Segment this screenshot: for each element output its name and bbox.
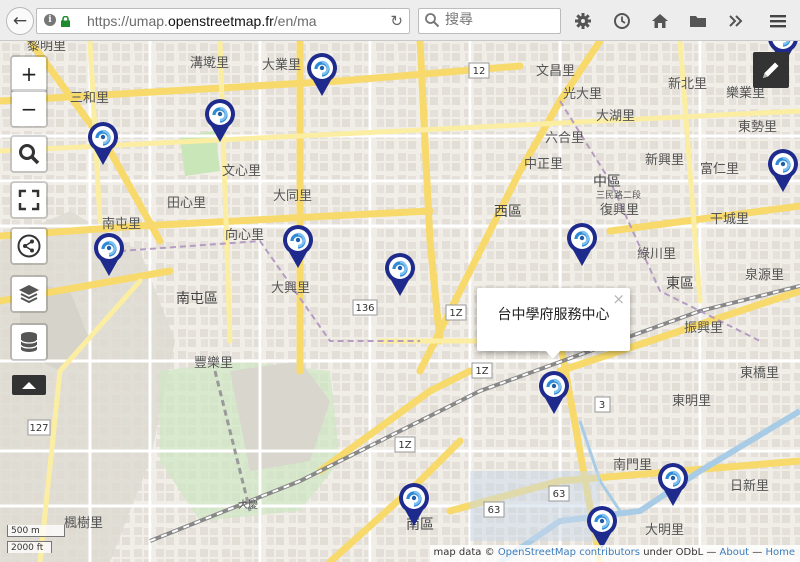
data-layers-button[interactable]	[12, 325, 46, 359]
route-badge: 12	[468, 62, 490, 79]
search-map-button[interactable]	[12, 137, 46, 171]
service-center-marker-icon	[399, 483, 429, 526]
service-center-marker-icon	[307, 53, 337, 96]
search-icon	[425, 13, 440, 28]
route-badge: 1Z	[394, 436, 416, 453]
layers-button[interactable]	[12, 277, 46, 311]
marker-pin[interactable]	[384, 253, 416, 297]
attribution-prefix: map data ©	[433, 547, 495, 558]
reload-icon[interactable]: ↻	[390, 12, 403, 30]
scale-metric: 500 m	[7, 525, 65, 537]
lock-icon	[61, 16, 70, 27]
search-input[interactable]	[445, 12, 555, 28]
service-center-marker-icon	[205, 99, 235, 142]
search-box[interactable]	[418, 8, 561, 34]
svg-text:1Z: 1Z	[449, 308, 462, 319]
popup-close-button[interactable]: ×	[612, 290, 625, 308]
svg-text:136: 136	[355, 303, 374, 314]
service-center-marker-icon	[88, 122, 118, 165]
scale-imperial: 2000 ft	[7, 541, 52, 553]
service-center-marker-icon	[385, 253, 415, 296]
marker-pin[interactable]	[657, 463, 689, 507]
database-icon	[20, 332, 38, 352]
svg-text:63: 63	[553, 489, 566, 500]
attribution: map data © OpenStreetMap contributors un…	[429, 545, 800, 562]
menu-hamburger-icon[interactable]	[767, 10, 789, 32]
svg-text:1Z: 1Z	[475, 366, 488, 377]
info-icon[interactable]: i	[44, 14, 56, 26]
share-icon	[17, 234, 41, 258]
marker-pin[interactable]	[767, 149, 799, 193]
layers-icon	[19, 285, 39, 304]
zoom-in-button[interactable]: +	[12, 57, 46, 91]
history-clock-icon[interactable]	[611, 10, 633, 32]
fullscreen-button[interactable]	[12, 183, 46, 217]
map-canvas[interactable]: 黎明里 溝墘里 大業里 文昌里 三和里 新北里 樂業里 光大里 東勢里 大湖里 …	[0, 41, 800, 562]
route-badge: 136	[352, 299, 378, 316]
svg-text:12: 12	[473, 66, 486, 77]
marker-pin[interactable]	[586, 506, 618, 550]
marker-pin[interactable]	[87, 122, 119, 166]
pencil-icon	[763, 62, 779, 78]
osm-link[interactable]: OpenStreetMap contributors	[498, 547, 640, 558]
route-badge: 63	[483, 501, 505, 518]
folder-icon[interactable]	[687, 10, 709, 32]
zoom-out-label: −	[20, 97, 38, 121]
marker-popup: 台中學府服務中心 ×	[477, 288, 630, 359]
svg-text:127: 127	[29, 423, 48, 434]
service-center-marker-icon	[567, 223, 597, 266]
marker-pin[interactable]	[398, 483, 430, 527]
service-center-marker-icon	[94, 233, 124, 276]
marker-pin[interactable]	[282, 225, 314, 269]
gear-icon[interactable]	[572, 10, 594, 32]
attribution-license: under ODbL —	[643, 547, 717, 558]
svg-text:3: 3	[599, 400, 605, 411]
route-badge: 1Z	[471, 362, 493, 379]
marker-pin[interactable]	[566, 223, 598, 267]
service-center-marker-icon	[587, 506, 617, 549]
collapse-controls-button[interactable]	[12, 375, 46, 395]
marker-pin[interactable]	[538, 371, 570, 415]
attribution-separator: —	[752, 547, 763, 558]
home-icon[interactable]	[649, 10, 671, 32]
back-button[interactable]: ←	[6, 7, 34, 35]
fullscreen-icon	[18, 189, 40, 211]
route-badge: 3	[594, 396, 611, 413]
service-center-marker-icon	[768, 149, 798, 192]
route-badge: 63	[548, 485, 570, 502]
overflow-chevron-icon[interactable]	[725, 10, 747, 32]
home-link[interactable]: Home	[765, 547, 795, 558]
caret-up-icon	[22, 382, 36, 389]
browser-toolbar: ← i https://umap.openstreetmap.fr/en/ma …	[0, 0, 800, 41]
share-button[interactable]	[12, 229, 46, 263]
url-text: https://umap.openstreetmap.fr/en/ma	[87, 13, 317, 29]
address-bar[interactable]: i https://umap.openstreetmap.fr/en/ma ↻	[36, 8, 410, 34]
service-center-marker-icon	[283, 225, 313, 268]
marker-pin[interactable]	[93, 233, 125, 277]
service-center-marker-icon	[658, 463, 688, 506]
about-link[interactable]: About	[720, 547, 750, 558]
edit-map-button[interactable]	[753, 52, 789, 88]
marker-pin[interactable]	[306, 53, 338, 97]
svg-text:63: 63	[488, 505, 501, 516]
popup-tip	[545, 350, 561, 359]
zoom-out-button[interactable]: −	[12, 91, 46, 126]
back-arrow-icon: ←	[12, 11, 28, 31]
marker-pin[interactable]	[204, 99, 236, 143]
popup-title: 台中學府服務中心	[497, 307, 610, 323]
service-center-marker-icon	[539, 371, 569, 414]
route-badge: 1Z	[445, 304, 467, 321]
route-badge: 127	[27, 419, 51, 436]
search-icon	[19, 144, 40, 165]
zoom-in-label: +	[20, 62, 38, 86]
svg-text:1Z: 1Z	[398, 440, 411, 451]
